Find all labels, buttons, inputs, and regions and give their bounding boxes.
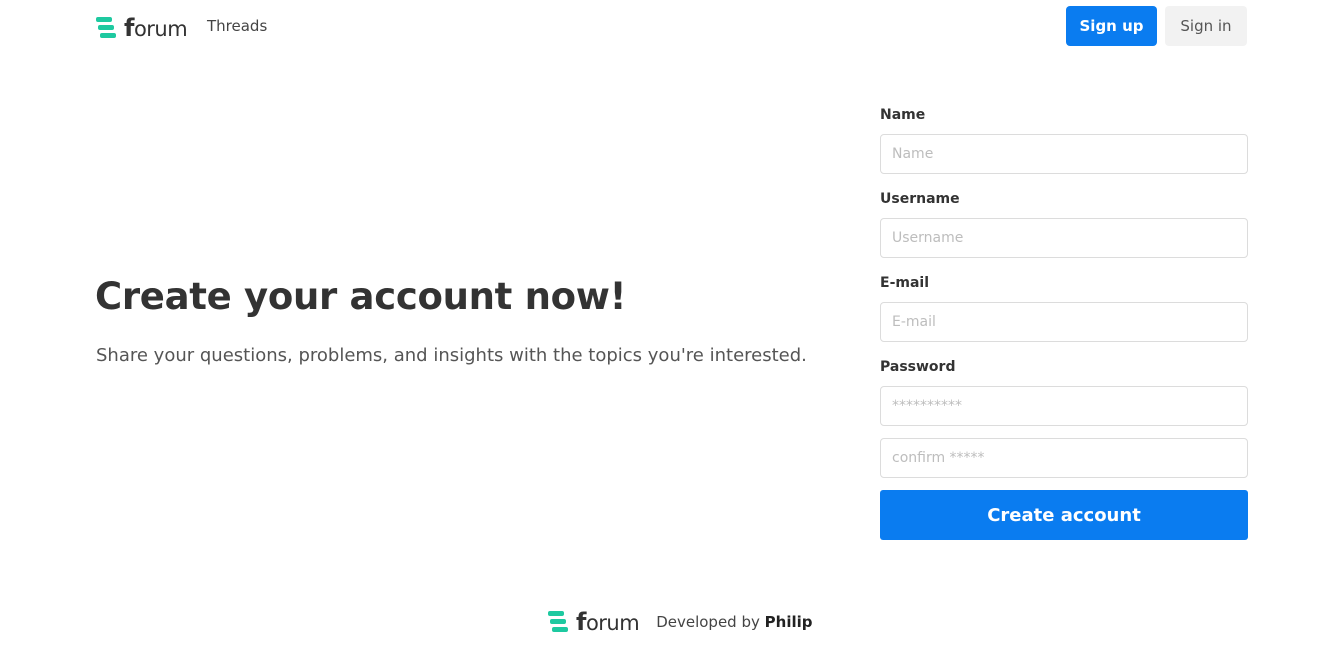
sign-up-button[interactable]: Sign up <box>1066 6 1157 46</box>
page-title: Create your account now! <box>95 275 627 318</box>
sign-in-button[interactable]: Sign in <box>1165 6 1247 46</box>
name-input[interactable] <box>880 134 1248 174</box>
username-label: Username <box>880 191 960 207</box>
stacked-layers-icon <box>548 611 568 632</box>
signup-form: Name Username E-mail Password Create acc… <box>880 104 1248 540</box>
author-name: Philip <box>764 613 813 631</box>
top-navbar: forum Threads Sign up Sign in <box>0 0 1343 54</box>
footer-logo-link[interactable]: forum <box>548 608 640 636</box>
footer: forum Developed by Philip <box>548 608 813 636</box>
email-input[interactable] <box>880 302 1248 342</box>
name-label: Name <box>880 107 926 123</box>
brand-logo-link[interactable]: forum <box>96 14 188 42</box>
developed-by-text: Developed by <box>656 613 760 631</box>
email-label: E-mail <box>880 275 930 291</box>
username-input[interactable] <box>880 218 1248 258</box>
confirm-password-input[interactable] <box>880 438 1248 478</box>
stacked-layers-icon <box>96 17 116 38</box>
brand-wordmark: forum <box>124 14 188 42</box>
password-input[interactable] <box>880 386 1248 426</box>
page-subtitle: Share your questions, problems, and insi… <box>96 345 807 366</box>
nav-link-threads[interactable]: Threads <box>207 17 267 35</box>
password-label: Password <box>880 359 956 375</box>
create-account-button[interactable]: Create account <box>880 490 1248 540</box>
footer-credit: Developed by Philip <box>656 613 812 631</box>
footer-wordmark: forum <box>576 608 640 636</box>
